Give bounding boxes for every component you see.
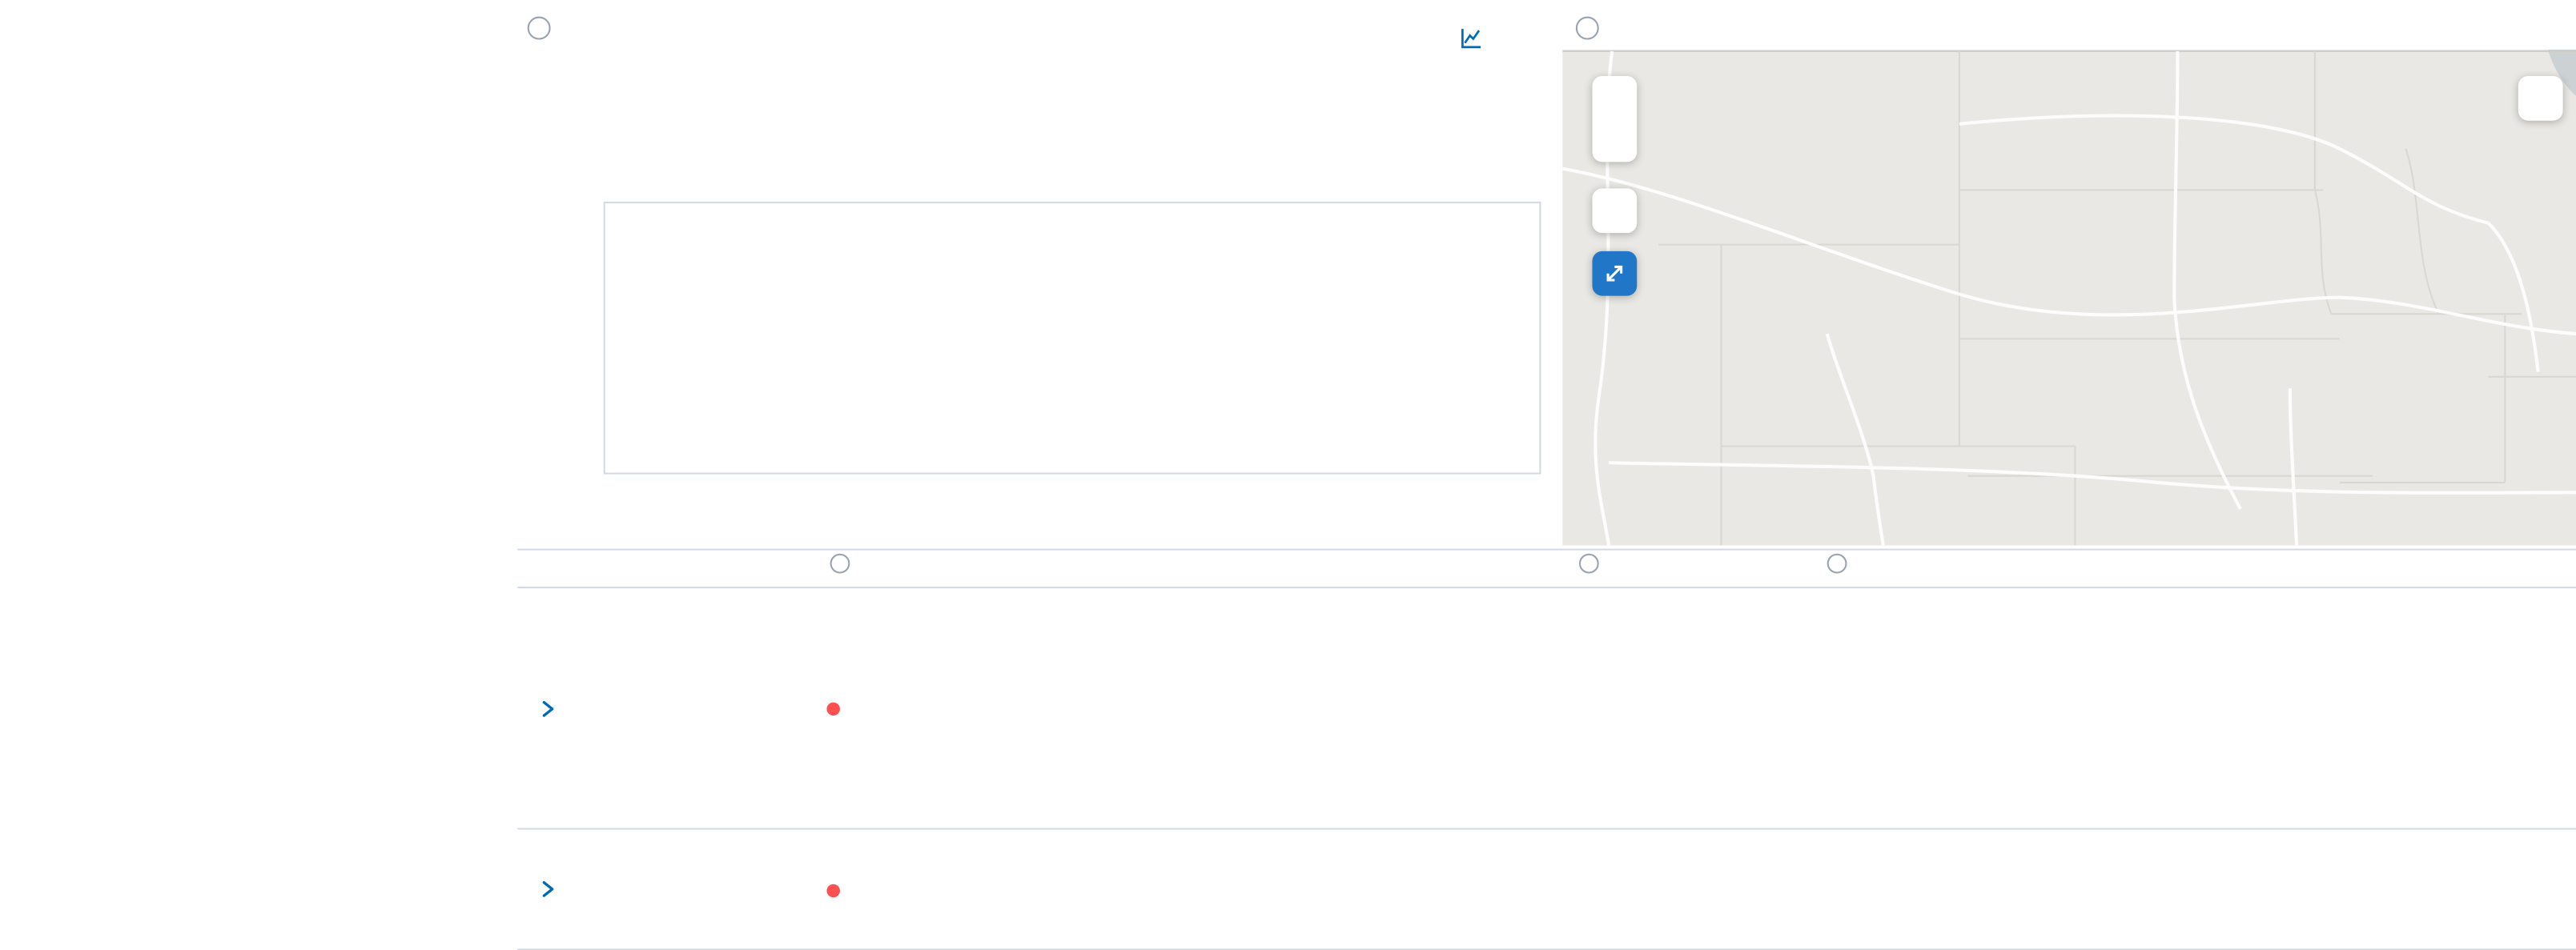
chart-panel-header [517, 17, 550, 40]
map-labels-layer [1562, 50, 2576, 545]
map-panel-header [1565, 17, 1598, 40]
anomaly-description [2080, 876, 2329, 901]
chart-x-axis [604, 483, 1538, 509]
column-header-typical[interactable] [1824, 553, 2080, 584]
influencer-list [1328, 588, 1569, 605]
anomaly-explorer-page [0, 0, 2576, 944]
anomalies-table [517, 549, 2576, 950]
severity-dot [826, 703, 840, 716]
view-in-single-metric-viewer-link[interactable] [1452, 26, 1483, 50]
zoom-in-button[interactable] [1592, 76, 1637, 119]
table-header-row [517, 549, 2576, 589]
expand-diagonal-icon [1602, 261, 1627, 286]
anomaly-severity [826, 876, 1078, 901]
set-view-button[interactable] [1592, 188, 1637, 233]
anomaly-description [2080, 695, 2329, 720]
expand-row-button[interactable] [517, 696, 575, 720]
anomaly-row [517, 588, 2576, 829]
info-icon [1827, 553, 1847, 573]
info-icon [830, 553, 850, 573]
chevron-right-icon [535, 877, 558, 900]
zoom-out-button[interactable] [1592, 119, 1637, 162]
map-zoom-controls [1592, 76, 1637, 162]
actions-gear-button[interactable] [2328, 875, 2348, 903]
expand-row-button[interactable] [517, 877, 575, 900]
fit-to-data-button[interactable] [1592, 251, 1637, 296]
anomaly-severity [826, 695, 1078, 720]
severity-dot [826, 884, 840, 897]
info-icon [1579, 553, 1599, 573]
anomaly-row [517, 830, 2576, 950]
info-icon [528, 17, 551, 40]
anomaly-actions [2328, 875, 2576, 903]
column-header-actual[interactable] [1576, 553, 1824, 584]
anomaly-chart-svg [605, 203, 1540, 473]
column-header-severity[interactable] [826, 553, 1078, 584]
chart-line-icon [1460, 26, 1483, 50]
info-icon [1576, 17, 1599, 40]
anomalies-map[interactable] [1562, 50, 2576, 545]
map-warning-button[interactable] [2518, 76, 2563, 121]
chart-y-axis [480, 202, 589, 486]
anomaly-chart-plot [604, 202, 1541, 475]
chevron-right-icon [535, 696, 558, 720]
influencer-list [1328, 830, 1569, 847]
